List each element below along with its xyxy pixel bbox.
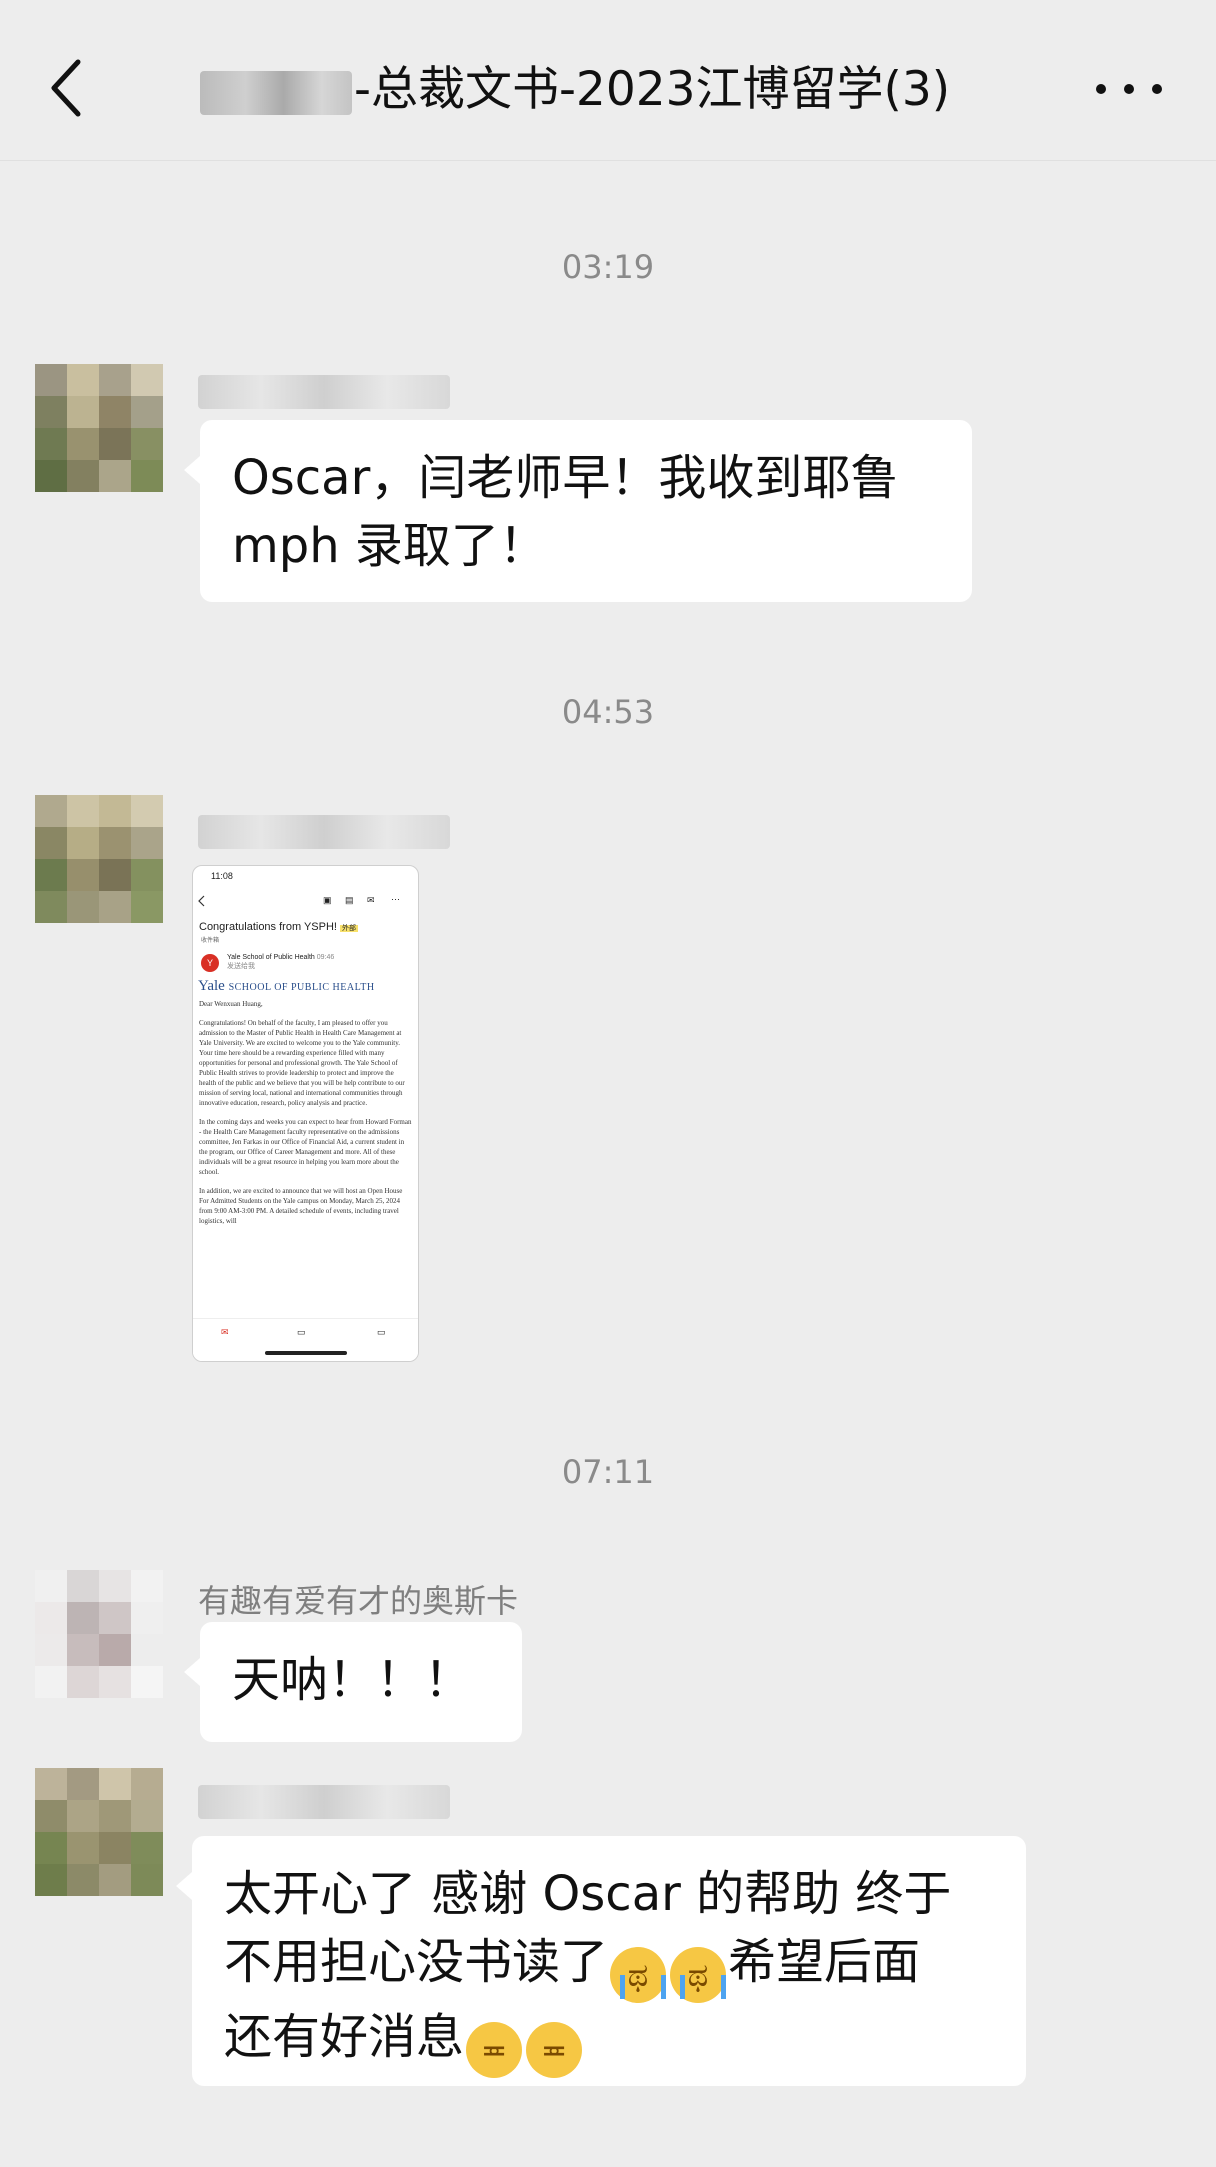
- message-bubble[interactable]: 天呐！！！: [184, 1622, 522, 1742]
- phone-bottom-bar: ✉ ▭ ▭: [193, 1318, 418, 1361]
- timestamp: 03:19: [561, 248, 655, 286]
- archive-icon: ▣: [323, 895, 332, 905]
- back-arrow-icon[interactable]: [44, 56, 94, 120]
- redacted-sender-name: [198, 815, 450, 849]
- sender-avatar: Y: [201, 954, 219, 972]
- external-tag: 外部: [340, 925, 359, 932]
- loudly-crying-emoji-icon: ಥ: [670, 1947, 727, 2003]
- chat-title-text: -总裁文书-2023江博留学(3): [354, 62, 951, 117]
- message-text-line: 不用担心没书读了 ಥ ಥ 希望后面: [224, 1928, 994, 2003]
- sender-time: 09:46: [316, 954, 335, 961]
- email-subject-text: Congratulations from YSPH!: [199, 921, 337, 933]
- timestamp: 04:53: [561, 693, 655, 731]
- message-text: Oscar，闫老师早！我收到耶鲁: [232, 450, 899, 506]
- message-text-line: 还有好消息 ≖ ≖: [224, 2003, 994, 2078]
- avatar[interactable]: [35, 364, 163, 492]
- yale-logo: Yale SCHOOL OF PUBLIC HEALTH: [193, 978, 418, 995]
- trash-icon: ▤: [345, 895, 354, 905]
- timestamp: 07:11: [561, 1453, 655, 1491]
- message-text: 不用担心没书读了: [224, 1934, 609, 1990]
- message-text: 天呐！！！: [232, 1652, 473, 1708]
- message-text: mph 录取了！: [232, 518, 547, 574]
- sender-name: 有趣有爱有才的奥斯卡: [198, 1582, 519, 1620]
- chat-tab-icon: ▭: [297, 1327, 306, 1337]
- recipient-label: 发送给我: [227, 963, 255, 970]
- email-paragraph: In the coming days and weeks you can exp…: [199, 1118, 412, 1176]
- sender-name: Yale School of Public Health: [227, 954, 315, 961]
- video-tab-icon: ▭: [377, 1327, 386, 1337]
- loudly-crying-emoji-icon: ಥ: [610, 1947, 667, 2003]
- message-text: 太开心了 感谢 Oscar 的帮助 终于: [224, 1866, 952, 1922]
- email-paragraph: Congratulations! On behalf of the facult…: [199, 1019, 405, 1107]
- email-greeting: Dear Wenxuan Huang,: [199, 1000, 263, 1008]
- message-text: 希望后面: [728, 1934, 921, 1990]
- message-bubble[interactable]: 太开心了 感谢 Oscar 的帮助 终于 不用担心没书读了 ಥ ಥ 希望后面 还有好消…: [176, 1836, 1026, 2086]
- email-sender-row: Y Yale School of Public Health 09:46 发送给…: [193, 946, 418, 978]
- school-name: SCHOOL OF PUBLIC HEALTH: [228, 982, 375, 993]
- redacted-sender-name: [198, 1785, 450, 1819]
- mail-tab-icon: ✉: [221, 1327, 229, 1337]
- inbox-label: 收件箱: [201, 938, 220, 944]
- back-arrow-icon: [198, 895, 205, 907]
- grinning-emoji-icon: ≖: [526, 2022, 583, 2078]
- message-bubble[interactable]: Oscar，闫老师早！我收到耶鲁 mph 录取了！: [184, 420, 972, 602]
- image-message[interactable]: 11:08 ▣ ▤ ✉ ⋯ Congratulations from YSPH!…: [192, 865, 419, 1362]
- home-indicator: [265, 1351, 347, 1355]
- chat-header: -总裁文书-2023江博留学(3): [0, 0, 1216, 161]
- chat-title: -总裁文书-2023江博留学(3): [200, 55, 1020, 125]
- yale-wordmark: Yale: [198, 978, 225, 994]
- redacted-group-name: [200, 70, 352, 115]
- avatar[interactable]: [35, 1570, 163, 1698]
- avatar[interactable]: [35, 795, 163, 923]
- mail-icon: ✉: [367, 895, 375, 905]
- avatar[interactable]: [35, 1768, 163, 1896]
- more-icon: ⋯: [391, 894, 400, 904]
- email-subject: Congratulations from YSPH! 外部: [193, 921, 418, 933]
- email-body: Dear Wenxuan Huang, Congratulations! On …: [193, 995, 418, 1239]
- message-text: 还有好消息: [224, 2009, 465, 2065]
- email-toolbar: ▣ ▤ ✉ ⋯: [193, 885, 418, 921]
- redacted-sender-name: [198, 375, 450, 409]
- phone-status-time: 11:08: [211, 871, 233, 881]
- sender-info: Yale School of Public Health 09:46 发送给我: [227, 954, 334, 971]
- email-paragraph: In addition, we are excited to announce …: [199, 1187, 403, 1225]
- grinning-emoji-icon: ≖: [466, 2022, 523, 2078]
- more-options-icon[interactable]: [1094, 70, 1164, 110]
